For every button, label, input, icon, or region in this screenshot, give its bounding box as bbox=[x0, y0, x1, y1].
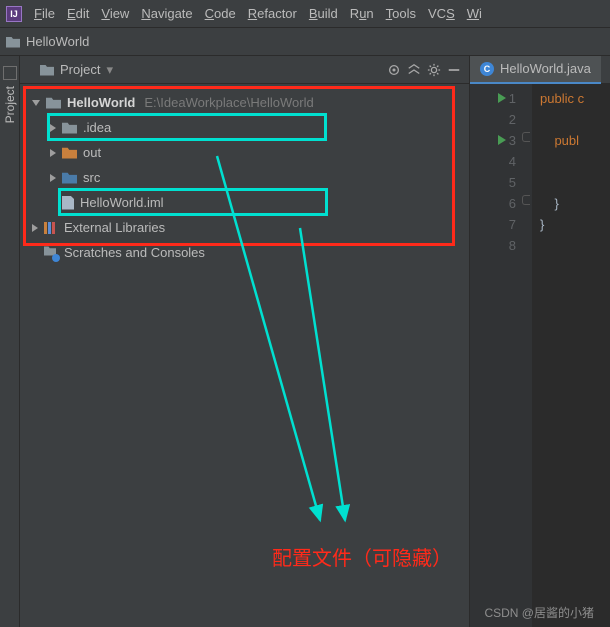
folder-icon bbox=[62, 147, 77, 159]
chevron-right-icon[interactable] bbox=[50, 174, 56, 182]
code-line: } bbox=[540, 217, 544, 232]
chevron-right-icon[interactable] bbox=[32, 224, 38, 232]
menu-refactor[interactable]: Refactor bbox=[248, 6, 297, 21]
line-number: 6 bbox=[509, 196, 516, 211]
structure-icon[interactable] bbox=[3, 66, 17, 80]
run-icon[interactable] bbox=[498, 135, 506, 145]
editor-body[interactable]: 1 2 3 4 5 6 7 8 public c bbox=[470, 84, 610, 627]
tree-scratches[interactable]: Scratches and Consoles bbox=[32, 240, 465, 265]
menu-vcs[interactable]: VCS bbox=[428, 6, 455, 21]
tree-item-iml[interactable]: HelloWorld.iml bbox=[50, 190, 465, 215]
project-tool-button[interactable]: Project bbox=[3, 86, 17, 123]
tree-external-libraries[interactable]: External Libraries bbox=[32, 215, 465, 240]
code-area[interactable]: public c publ } } bbox=[532, 84, 610, 627]
folder-icon bbox=[62, 172, 77, 184]
menu-run[interactable]: Run bbox=[350, 6, 374, 21]
line-number: 1 bbox=[509, 91, 516, 106]
editor-gutter[interactable]: 1 2 3 4 5 6 7 8 bbox=[470, 84, 520, 627]
menu-view[interactable]: View bbox=[101, 6, 129, 21]
code-line: publ bbox=[540, 133, 579, 148]
tree-item-label: Scratches and Consoles bbox=[64, 245, 205, 260]
tree-root-path: E:\IdeaWorkplace\HelloWorld bbox=[144, 95, 313, 110]
menu-window[interactable]: Wi bbox=[467, 6, 482, 21]
line-number: 8 bbox=[509, 238, 516, 253]
scratch-icon bbox=[44, 246, 58, 260]
project-panel-title[interactable]: Project bbox=[60, 62, 100, 77]
menu-file[interactable]: File bbox=[34, 6, 55, 21]
file-icon bbox=[62, 196, 74, 210]
tool-stripe-left: Project bbox=[0, 56, 20, 627]
ide-window: IJ File Edit View Navigate Code Refactor… bbox=[0, 0, 610, 627]
tree-item-label: External Libraries bbox=[64, 220, 165, 235]
select-opened-file-icon[interactable] bbox=[387, 63, 401, 77]
tree-root[interactable]: HelloWorld E:\IdeaWorkplace\HelloWorld bbox=[32, 90, 465, 115]
menu-navigate[interactable]: Navigate bbox=[141, 6, 192, 21]
project-tree[interactable]: HelloWorld E:\IdeaWorkplace\HelloWorld .… bbox=[20, 84, 469, 269]
menu-code[interactable]: Code bbox=[205, 6, 236, 21]
code-line: public c bbox=[540, 91, 584, 106]
project-panel-header: Project ▾ bbox=[20, 56, 469, 84]
project-panel: Project ▾ HelloWorld E:\IdeaWorkplace\He… bbox=[20, 56, 470, 627]
tree-item-out[interactable]: out bbox=[50, 140, 465, 165]
editor-markers bbox=[520, 84, 532, 627]
ide-body: Project Project ▾ HelloWorld bbox=[0, 56, 610, 627]
code-line: } bbox=[540, 196, 559, 211]
gear-icon[interactable] bbox=[427, 63, 441, 77]
fold-icon[interactable] bbox=[522, 195, 530, 205]
java-class-icon: C bbox=[480, 62, 494, 76]
editor-tabs: C HelloWorld.java bbox=[470, 56, 610, 84]
run-icon[interactable] bbox=[498, 93, 506, 103]
tree-root-label: HelloWorld bbox=[67, 95, 135, 110]
editor-tab[interactable]: C HelloWorld.java bbox=[470, 56, 601, 84]
editor-tab-label: HelloWorld.java bbox=[500, 61, 591, 76]
tree-item-label: out bbox=[83, 145, 101, 160]
tree-item-src[interactable]: src bbox=[50, 165, 465, 190]
folder-icon bbox=[46, 97, 61, 109]
menu-edit[interactable]: Edit bbox=[67, 6, 89, 21]
editor: C HelloWorld.java 1 2 3 4 5 6 7 8 bbox=[470, 56, 610, 627]
line-number: 2 bbox=[509, 112, 516, 127]
breadcrumb: HelloWorld bbox=[0, 28, 610, 56]
line-number: 4 bbox=[509, 154, 516, 169]
menu-tools[interactable]: Tools bbox=[386, 6, 416, 21]
chevron-right-icon[interactable] bbox=[50, 124, 56, 132]
folder-icon bbox=[62, 122, 77, 134]
folder-icon bbox=[40, 64, 54, 76]
line-number: 5 bbox=[509, 175, 516, 190]
tree-item-label: src bbox=[83, 170, 100, 185]
line-number: 7 bbox=[509, 217, 516, 232]
tree-item-idea[interactable]: .idea bbox=[50, 115, 465, 140]
chevron-right-icon[interactable] bbox=[50, 149, 56, 157]
folder-icon bbox=[6, 36, 20, 48]
tree-item-label: .idea bbox=[83, 120, 111, 135]
library-icon bbox=[44, 222, 58, 234]
fold-icon[interactable] bbox=[522, 132, 530, 142]
line-number: 3 bbox=[509, 133, 516, 148]
breadcrumb-project[interactable]: HelloWorld bbox=[26, 34, 89, 49]
tree-item-label: HelloWorld.iml bbox=[80, 195, 164, 210]
hide-icon[interactable] bbox=[447, 63, 461, 77]
menu-bar: IJ File Edit View Navigate Code Refactor… bbox=[0, 0, 610, 28]
chevron-down-icon[interactable] bbox=[32, 100, 40, 106]
expand-all-icon[interactable] bbox=[407, 63, 421, 77]
app-icon: IJ bbox=[6, 6, 22, 22]
menu-build[interactable]: Build bbox=[309, 6, 338, 21]
